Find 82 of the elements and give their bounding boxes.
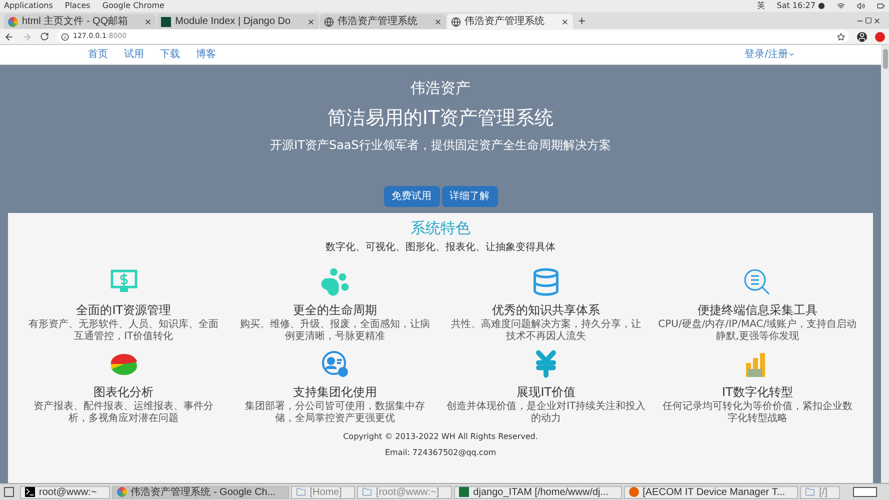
browser-tab[interactable]: Module Index | Django Do	[157, 14, 319, 29]
nav-link[interactable]: 首页	[88, 47, 108, 62]
feature-description: 购买、维修、升级、报废，全面感知，让病例更清晰，号脉更精准	[238, 318, 431, 344]
tab-title: 伟浩资产管理系统	[338, 14, 419, 29]
close-icon[interactable]	[560, 18, 569, 26]
maximize-icon[interactable]	[865, 17, 872, 24]
feature-description: CPU/硬盘/内存/IP/MAC/域账户，支持自启动静默,更强等你发现	[658, 318, 857, 344]
django-logo-icon	[161, 16, 172, 26]
taskbar-item[interactable]: django_ITAM [/home/www/dj...	[454, 486, 622, 498]
bookmark-star-icon[interactable]	[837, 32, 845, 40]
nav-link[interactable]: 博客	[196, 47, 216, 62]
system-menu[interactable]: Google Chrome	[102, 0, 164, 12]
hero-button[interactable]: 免费试用	[384, 186, 440, 207]
search-list-icon	[742, 266, 772, 296]
close-icon[interactable]	[434, 18, 442, 26]
input-method-indicator[interactable]: 英	[756, 0, 765, 12]
nav-link[interactable]: 下载	[160, 47, 180, 62]
feature-title: 更全的生命周期	[292, 302, 377, 318]
reload-icon[interactable]	[40, 32, 49, 41]
system-menu[interactable]: Applications	[4, 0, 53, 12]
hero-subtitle: 开源IT资产SaaS行业领军者，提供固定资产全生命周期解决方案	[270, 137, 611, 154]
feature-description: 任何记录均可转化为等价价值，紧扣企业数字化转型战略	[661, 400, 854, 426]
taskbar-item[interactable]: root@www:~	[20, 486, 110, 498]
close-icon[interactable]	[873, 16, 881, 24]
tab-title: Module Index | Django Do	[175, 15, 292, 29]
volume-icon[interactable]	[857, 2, 865, 10]
globe-icon	[450, 16, 461, 26]
back-icon[interactable]	[4, 32, 14, 42]
nav-link[interactable]: 试用	[124, 47, 144, 62]
new-tab-button[interactable]: +	[574, 14, 590, 29]
user-badge-icon	[320, 348, 350, 378]
feature-description: 资产报表、配件报表、运维报表、事件分析，多视角应对潜在问题	[32, 400, 215, 426]
browser-tab[interactable]: 伟浩资产管理系统	[320, 14, 446, 29]
show-desktop-icon[interactable]	[4, 487, 14, 497]
feature-title: IT数字化转型	[722, 384, 793, 400]
tab-title: html 主页文件 - QQ邮箱	[22, 14, 130, 29]
hero-button[interactable]: 详细了解	[442, 186, 498, 207]
profile-icon[interactable]	[857, 32, 867, 42]
system-menu[interactable]: Places	[64, 0, 90, 12]
feature-title: 优秀的知识共享体系	[492, 302, 600, 318]
mail-logo-icon	[8, 16, 18, 26]
close-icon[interactable]	[306, 18, 315, 26]
hero-title: 简洁易用的IT资产管理系统	[327, 106, 554, 130]
taskbar-item[interactable]: 伟浩资产管理系统 - Google Ch...	[112, 486, 289, 498]
section-title: 系统特色	[410, 218, 470, 239]
feature-description: 集团部署，分公司皆可使用，数据集中存储，全局掌控资产更强更优	[244, 400, 426, 426]
battery-icon[interactable]	[877, 2, 885, 10]
folder-icon	[805, 487, 816, 497]
ide-logo-icon	[459, 487, 470, 497]
feature-description: 创造并体现价值，是企业对IT持续关注和投入的动力	[446, 400, 646, 426]
extension-icon[interactable]	[875, 32, 885, 42]
taskbar-item[interactable]: [AECOM IT Device Manager T...	[624, 486, 798, 498]
feature-title: 便捷终端信息采集工具	[697, 302, 818, 318]
brand-name: 伟浩资产	[410, 78, 470, 99]
feature-description: 共性、高难度问题解决方案，持久分享，让技术不再因人流失	[450, 318, 642, 344]
info-icon	[61, 32, 69, 40]
browser-tab[interactable]: 伟浩资产管理系统	[446, 14, 573, 29]
firefox-logo-icon	[628, 487, 639, 497]
copyright-text: Copyright © 2013-2022 WH All Rights Reserved.	[343, 430, 538, 442]
database-icon	[531, 266, 562, 296]
chrome-logo-icon	[116, 487, 127, 497]
scrollbar[interactable]	[881, 45, 889, 483]
feature-title: 支持集团化使用	[292, 384, 377, 400]
feature-title: 全面的IT资源管理	[76, 302, 172, 318]
paw-icon	[320, 266, 350, 296]
clock[interactable]: Sat 16:27 ●	[776, 0, 825, 12]
folder-icon	[296, 487, 306, 497]
terminal-icon	[25, 487, 35, 497]
email-text: Email: 724367502@qq.com	[384, 446, 496, 458]
login-dropdown[interactable]: 登录/注册	[744, 47, 795, 62]
wifi-icon[interactable]	[837, 2, 845, 10]
caret-icon	[788, 51, 795, 58]
globe-icon	[324, 16, 334, 26]
feature-title: 展现IT价值	[516, 384, 576, 400]
folder-icon	[362, 487, 372, 497]
browser-tab[interactable]: html 主页文件 - QQ邮箱	[4, 14, 156, 29]
section-subtitle: 数字化、可视化、图形化、报表化、让抽象变得具体	[326, 240, 556, 254]
feature-description: 有形资产、无形软件、人员、知识库、全面互通管控，IT价值转化	[28, 318, 220, 344]
workspace-switcher[interactable]	[853, 487, 877, 497]
close-icon[interactable]	[144, 18, 152, 26]
feature-title: 图表化分析	[94, 384, 154, 400]
tab-title: 伟浩资产管理系统	[464, 14, 546, 29]
